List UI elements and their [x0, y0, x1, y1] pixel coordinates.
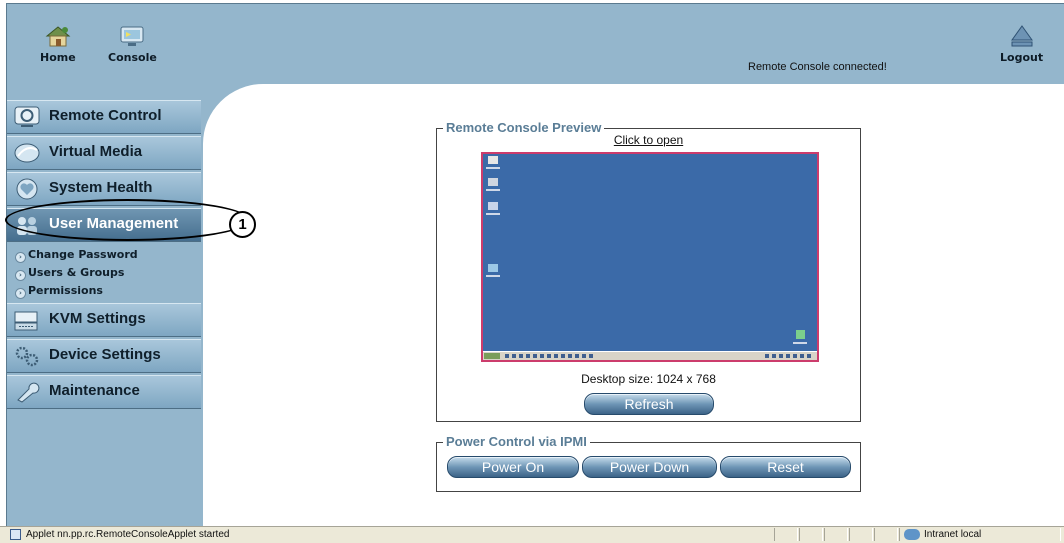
annotation-ellipse	[5, 199, 250, 241]
sidebar-item-device-settings[interactable]: Device Settings	[7, 339, 201, 373]
status-message: Applet nn.pp.rc.RemoteConsoleApplet star…	[26, 529, 230, 540]
desktop-icon	[486, 156, 500, 172]
reset-button[interactable]: Reset	[720, 456, 851, 478]
submenu-item-permissions[interactable]: › Permissions	[7, 282, 201, 300]
status-cell	[774, 528, 798, 541]
annotation-number-badge: 1	[229, 211, 256, 238]
submenu-item-label: Permissions	[28, 284, 103, 297]
click-to-open-link[interactable]: Click to open	[437, 133, 860, 147]
sidebar-item-maintenance[interactable]: Maintenance	[7, 375, 201, 409]
submenu-item-change-password[interactable]: › Change Password	[7, 246, 201, 264]
logout-button[interactable]: Logout	[1000, 24, 1043, 64]
sidebar-item-label: Virtual Media	[49, 143, 143, 160]
submenu-item-label: Users & Groups	[28, 266, 125, 279]
desktop-icon	[486, 178, 500, 194]
home-icon	[45, 26, 71, 47]
main-content: Remote Console Preview Click to open Des…	[203, 84, 1064, 526]
power-down-button[interactable]: Power Down	[582, 456, 717, 478]
sidebar-item-remote-control[interactable]: Remote Control	[7, 100, 201, 134]
console-icon	[120, 26, 144, 46]
disc-icon	[14, 143, 40, 163]
console-label: Console	[108, 51, 157, 64]
desktop-taskbar	[483, 351, 817, 360]
wrench-icon	[17, 382, 40, 403]
sidebar-item-kvm-settings[interactable]: KVM Settings	[7, 303, 201, 337]
power-legend: Power Control via IPMI	[443, 434, 590, 449]
desktop-icon	[486, 202, 500, 218]
gears-icon	[15, 346, 39, 367]
sidebar-item-label: System Health	[49, 179, 153, 196]
console-button[interactable]: Console	[108, 24, 157, 64]
home-label: Home	[40, 51, 76, 64]
desktop-icon	[486, 264, 500, 280]
monitor-icon	[14, 106, 40, 127]
sidebar-item-label: KVM Settings	[49, 310, 146, 327]
remote-console-preview-panel: Remote Console Preview Click to open Des…	[436, 120, 861, 422]
status-cell	[849, 528, 873, 541]
arrow-right-icon: ›	[15, 252, 26, 263]
intranet-icon	[904, 529, 920, 540]
status-cell	[799, 528, 823, 541]
desktop-size-text: Desktop size: 1024 x 768	[581, 372, 716, 386]
sidebar-item-label: Remote Control	[49, 107, 162, 124]
page-icon	[10, 529, 21, 540]
web-console-frame: Home Console Remote Console connected! L…	[6, 3, 1064, 526]
sidebar-item-virtual-media[interactable]: Virtual Media	[7, 136, 201, 170]
browser-status-bar: Applet nn.pp.rc.RemoteConsoleApplet star…	[0, 526, 1064, 543]
refresh-button[interactable]: Refresh	[584, 393, 714, 415]
eject-icon	[1010, 25, 1033, 47]
arrow-right-icon: ›	[15, 288, 26, 299]
arrow-right-icon: ›	[15, 270, 26, 281]
home-button[interactable]: Home	[40, 24, 76, 64]
heart-icon	[16, 178, 38, 200]
power-control-panel: Power Control via IPMI Power On Power Do…	[436, 434, 861, 492]
logout-label: Logout	[1000, 51, 1044, 64]
user-management-submenu: › Change Password › Users & Groups › Permis…	[7, 244, 201, 303]
console-preview-thumbnail[interactable]	[481, 152, 819, 362]
submenu-item-users-groups[interactable]: › Users & Groups	[7, 264, 201, 282]
status-cell	[874, 528, 898, 541]
power-on-button[interactable]: Power On	[447, 456, 579, 478]
sidebar-nav: Remote Control Virtual Media System Heal…	[7, 100, 201, 411]
sidebar-item-label: Device Settings	[49, 346, 161, 363]
zone-label: Intranet local	[924, 529, 982, 540]
recycle-bin-icon	[793, 330, 807, 346]
submenu-item-label: Change Password	[28, 248, 138, 261]
connection-status: Remote Console connected!	[748, 61, 887, 73]
status-cell	[824, 528, 848, 541]
keyboard-icon	[14, 311, 38, 331]
sidebar-item-label: Maintenance	[49, 382, 140, 399]
